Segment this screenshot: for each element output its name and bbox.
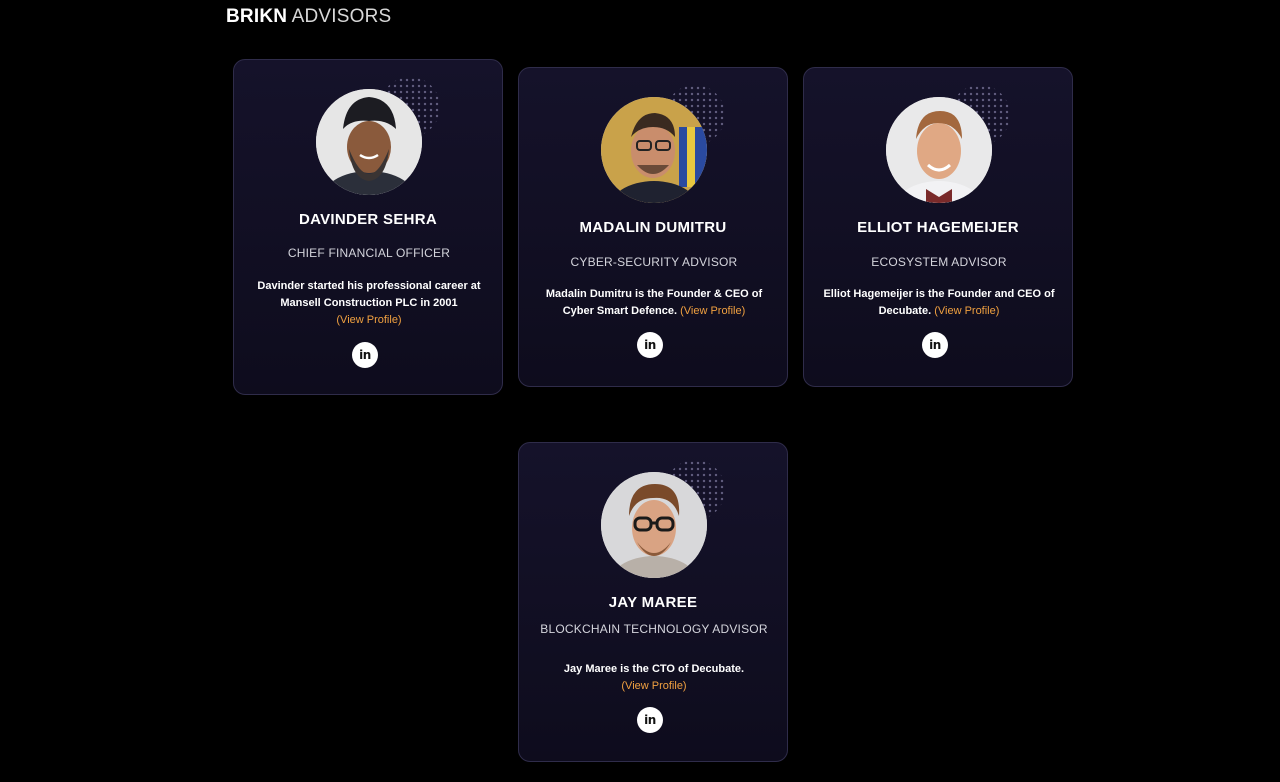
advisor-name: MADALIN DUMITRU [579, 219, 727, 236]
advisor-card: DAVINDER SEHRA CHIEF FINANCIAL OFFICER D… [233, 59, 503, 395]
avatar [316, 89, 422, 195]
avatar [601, 472, 707, 578]
avatar-photo [886, 97, 992, 203]
section-title-brand: BRIKN [226, 6, 288, 27]
view-profile-link[interactable]: (View Profile) [680, 305, 745, 317]
section-title-text: ADVISORS [291, 6, 392, 27]
advisor-name: JAY MAREE [608, 594, 698, 611]
advisor-card: JAY MAREE BLOCKCHAIN TECHNOLOGY ADVISOR … [518, 442, 788, 762]
linkedin-icon[interactable]: in [352, 342, 378, 368]
linkedin-icon-label: in [359, 348, 371, 362]
view-profile-link[interactable]: (View Profile) [934, 305, 999, 317]
linkedin-icon[interactable]: in [637, 707, 663, 733]
advisor-role: BLOCKCHAIN TECHNOLOGY ADVISOR [540, 622, 768, 636]
linkedin-icon-label: in [644, 338, 656, 352]
advisor-card: ELLIOT HAGEMEIJER ECOSYSTEM ADVISOR Elli… [803, 67, 1073, 387]
advisors-page: BRIKN ADVISORS DAVINDER SEHRA CHIEF FINA… [0, 0, 1280, 782]
avatar [886, 97, 992, 203]
avatar-wrap [886, 85, 1010, 203]
advisor-role: CYBER-SECURITY ADVISOR [570, 255, 738, 269]
avatar-wrap [601, 85, 725, 203]
advisor-role: CHIEF FINANCIAL OFFICER [287, 246, 451, 260]
linkedin-icon-label: in [644, 713, 656, 727]
advisor-description: Jay Maree is the CTO of Decubate. (View … [533, 661, 775, 695]
advisor-name: DAVINDER SEHRA [298, 211, 438, 228]
linkedin-icon[interactable]: in [922, 332, 948, 358]
linkedin-icon-label: in [929, 338, 941, 352]
advisor-role: ECOSYSTEM ADVISOR [871, 255, 1007, 269]
advisor-description: Madalin Dumitru is the Founder & CEO of … [533, 286, 775, 320]
view-profile-link[interactable]: (View Profile) [336, 314, 401, 326]
avatar-photo [601, 97, 707, 203]
linkedin-icon[interactable]: in [637, 332, 663, 358]
avatar [601, 97, 707, 203]
advisor-description: Elliot Hagemeijer is the Founder and CEO… [818, 286, 1060, 320]
avatar-wrap [601, 460, 725, 578]
advisor-description-text: Davinder started his professional career… [257, 280, 481, 309]
avatar-photo [601, 472, 707, 578]
avatar-photo [316, 89, 422, 195]
advisor-name: ELLIOT HAGEMEIJER [857, 219, 1019, 236]
advisor-description: Davinder started his professional career… [248, 278, 490, 329]
section-title: BRIKN ADVISORS [226, 6, 391, 28]
advisor-card: MADALIN DUMITRU CYBER-SECURITY ADVISOR M… [518, 67, 788, 387]
advisor-description-text: Jay Maree is the CTO of Decubate. [563, 663, 745, 675]
view-profile-link[interactable]: (View Profile) [621, 680, 686, 692]
avatar-wrap [316, 77, 440, 195]
